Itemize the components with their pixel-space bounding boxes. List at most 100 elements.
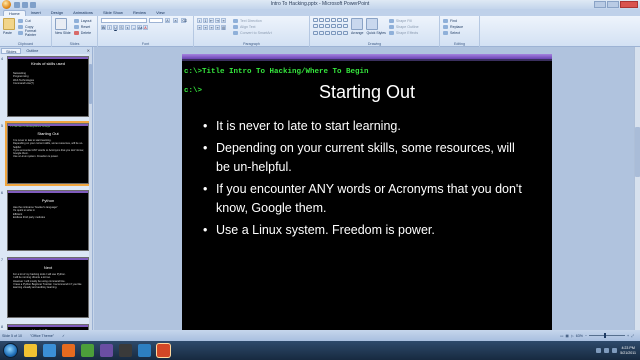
line-spacing-icon[interactable]: ≡: [221, 18, 226, 23]
replace-icon: [443, 25, 448, 29]
font-color-icon[interactable]: A: [143, 25, 148, 30]
start-button[interactable]: [3, 343, 18, 358]
slides-group: New Slide Layout Reset Delete Slides: [52, 16, 98, 47]
underline-icon[interactable]: U: [113, 25, 118, 30]
clipboard-group: Paste Cut Copy Format Painter Clipboard: [0, 16, 52, 47]
close-button[interactable]: [620, 1, 638, 8]
bold-icon[interactable]: B: [101, 25, 106, 30]
slide-thumbnail-7[interactable]: 7 Next For a lot of my hacking tools I w…: [1, 257, 91, 318]
align-right-icon[interactable]: ≡: [209, 25, 214, 30]
sorter-view-icon[interactable]: ▦: [566, 334, 569, 338]
media-icon[interactable]: [81, 344, 94, 357]
italic-icon[interactable]: I: [107, 25, 112, 30]
system-tray: 4:23 PM 5/21/2011: [596, 346, 636, 356]
new-slide-button[interactable]: New Slide: [55, 18, 71, 36]
align-center-icon[interactable]: ≡: [203, 25, 208, 30]
title-bar: Intro To Hacking.pptx - Microsoft PowerP…: [0, 0, 640, 9]
slide-canvas: c:\>Title Intro To Hacking/Where To Begi…: [94, 47, 640, 332]
maximize-button[interactable]: [607, 1, 619, 8]
slides-pane: Slides Outline ✕ 4 Kinds of skills used …: [0, 47, 93, 340]
volume-icon[interactable]: [604, 348, 610, 353]
zoom-slider[interactable]: [589, 333, 626, 338]
slideshow-view-icon[interactable]: ▷: [571, 334, 574, 338]
slide-thumbnail-6[interactable]: 6 Python Has the nickname "Hacker's lang…: [1, 190, 91, 251]
shapes-gallery[interactable]: [313, 18, 348, 36]
paste-button[interactable]: Paste: [3, 18, 15, 36]
firefox-icon[interactable]: [62, 344, 75, 357]
slide[interactable]: c:\>Title Intro To Hacking/Where To Begi…: [182, 54, 552, 332]
binoculars-icon: [443, 19, 448, 23]
app-icon[interactable]: [100, 344, 113, 357]
pane-tabs: Slides Outline ✕: [0, 47, 92, 54]
zoom-out-icon[interactable]: −: [585, 334, 587, 338]
bullets-icon[interactable]: •: [197, 18, 202, 23]
shape-effects-button[interactable]: Shape Effects: [388, 30, 419, 36]
close-icon[interactable]: ✕: [87, 48, 90, 53]
outline-icon: [388, 25, 394, 29]
delete-button[interactable]: Delete: [73, 30, 92, 36]
align-left-icon[interactable]: ≡: [197, 25, 202, 30]
zoom-level[interactable]: 63%: [576, 334, 583, 338]
minimize-button[interactable]: [594, 1, 606, 8]
explorer-icon[interactable]: [24, 344, 37, 357]
powerpoint-icon[interactable]: [157, 344, 170, 357]
increase-indent-icon[interactable]: ⇥: [215, 18, 220, 23]
ribbon: Paste Cut Copy Format Painter Clipboard …: [0, 16, 640, 47]
font-size-field[interactable]: [149, 18, 163, 23]
reset-icon: [73, 25, 79, 29]
select-button[interactable]: Select: [443, 30, 476, 36]
scissors-icon: [18, 19, 23, 23]
font-group: A a ⌫ B I U S s ↔ Aa A Font: [98, 16, 194, 47]
thumbnail-image-selected: c:\>Title Intro To Hacking/Where To Begi…: [5, 121, 91, 186]
columns-icon[interactable]: ▥: [221, 25, 226, 30]
tab-slides[interactable]: Slides: [1, 47, 22, 54]
quick-styles-button[interactable]: Quick Styles: [366, 18, 386, 36]
strikethrough-icon[interactable]: S: [119, 25, 124, 30]
change-case-icon[interactable]: Aa: [137, 25, 142, 30]
clock[interactable]: 4:23 PM 5/21/2011: [620, 346, 636, 356]
fill-icon: [388, 19, 394, 23]
taskbar: 4:23 PM 5/21/2011: [0, 341, 640, 360]
shrink-font-icon[interactable]: a: [173, 18, 178, 23]
thumbnail-image: Kinds of skills used Networking Programm…: [7, 56, 89, 117]
grow-font-icon[interactable]: A: [165, 18, 170, 23]
slide-thumbnail-4[interactable]: 4 Kinds of skills used Networking Progra…: [1, 56, 91, 117]
app-icon[interactable]: [138, 344, 151, 357]
slide-body[interactable]: It is never to late to start learning. D…: [202, 117, 532, 243]
convert-smartart-button[interactable]: Convert to SmartArt: [233, 30, 272, 36]
zoom-slider-knob[interactable]: [604, 333, 607, 338]
spacing-icon[interactable]: ↔: [131, 25, 136, 30]
arrange-button[interactable]: Arrange: [351, 18, 363, 36]
font-name-field[interactable]: [101, 18, 147, 23]
ie-icon[interactable]: [43, 344, 56, 357]
paste-icon: [3, 18, 15, 30]
slide-thumbnail-5[interactable]: 5 c:\>Title Intro To Hacking/Where To Be…: [1, 121, 91, 186]
numbering-icon[interactable]: 1: [203, 18, 208, 23]
layout-icon: [73, 19, 79, 23]
shadow-icon[interactable]: s: [125, 25, 130, 30]
flag-icon[interactable]: [612, 348, 618, 353]
tab-outline[interactable]: Outline: [22, 48, 42, 54]
bullet-item: It is never to late to start learning.: [202, 117, 532, 136]
fit-window-icon[interactable]: ⤢: [631, 334, 634, 338]
spellcheck-icon[interactable]: ✓: [62, 334, 65, 338]
window-title: Intro To Hacking.pptx - Microsoft PowerP…: [270, 1, 370, 7]
normal-view-icon[interactable]: ▭: [560, 334, 563, 338]
clear-format-icon[interactable]: ⌫: [181, 18, 187, 23]
network-icon[interactable]: [596, 348, 602, 353]
decrease-indent-icon[interactable]: ⇤: [209, 18, 214, 23]
window-controls: [594, 1, 638, 8]
pane-scrollbar[interactable]: [89, 54, 92, 340]
effects-icon: [388, 31, 394, 35]
text-direction-icon: [233, 19, 238, 23]
app-icon[interactable]: [119, 344, 132, 357]
zoom-in-icon[interactable]: +: [627, 334, 629, 338]
new-slide-icon: [55, 18, 67, 30]
format-painter-button[interactable]: Format Painter: [18, 29, 48, 37]
justify-icon[interactable]: ≡: [215, 25, 220, 30]
zoom-control: ▭ ▦ ▷ 63% − + ⤢: [560, 333, 634, 338]
canvas-scrollbar[interactable]: [634, 47, 640, 330]
editing-group: Find Replace Select Editing: [440, 16, 480, 47]
slide-title[interactable]: Starting Out: [182, 82, 552, 103]
bullet-item: Depending on your current skills, some r…: [202, 139, 532, 177]
